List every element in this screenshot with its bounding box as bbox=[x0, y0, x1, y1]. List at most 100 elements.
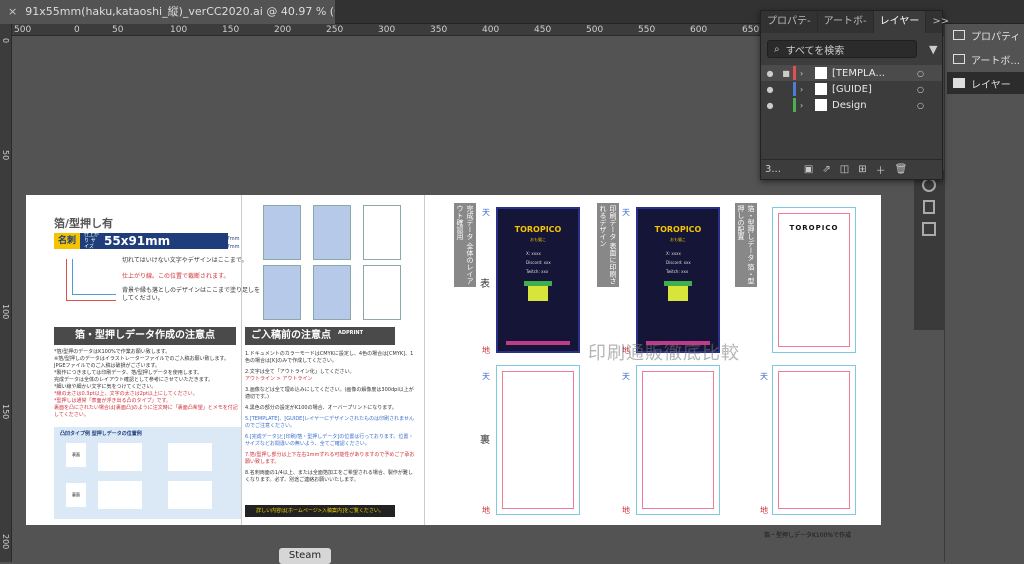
ruler-label: 250 bbox=[326, 25, 344, 35]
section-2-line: 6.[完成データ]と[印刷/箔・型押しデータ]の位置は行っております。位置・サイ… bbox=[245, 434, 414, 447]
card-brand: TOROPICO bbox=[514, 225, 562, 234]
search-icon: ⌕ bbox=[774, 43, 780, 55]
tab-layers[interactable]: レイヤー bbox=[873, 11, 927, 33]
design-card-print[interactable]: TOROPICO おも猫こ X: xxxx Discord: xxx Twitc… bbox=[636, 207, 720, 353]
artboard[interactable]: 箔/型押し有 名刺 仕上がり サイズ 55x91mm 原稿サイズ: 51x87m… bbox=[26, 195, 881, 539]
guide-sample-inner bbox=[72, 259, 116, 295]
ruler-label: 600 bbox=[690, 25, 708, 35]
ruler-label: 0 bbox=[1, 38, 10, 44]
export-icon[interactable] bbox=[922, 222, 936, 236]
section-1-body: *箔/型押のデータはK100%で作業お願い致します。 ※箔/型押しのデータはイラ… bbox=[54, 349, 240, 419]
search-placeholder: すべてを検索 bbox=[785, 45, 845, 57]
size-main: 55x91mm bbox=[104, 234, 171, 248]
locate-object-icon[interactable]: ⇗ bbox=[822, 164, 830, 175]
close-tab-icon[interactable]: × bbox=[8, 5, 17, 18]
layer-row-guide[interactable]: ● › [GUIDE] ○ bbox=[761, 81, 942, 97]
section-2-line: 7.箔/型押し部分は上下左右1mmずれる可能性がありますので予めご了承お願い致し… bbox=[245, 452, 415, 465]
document-tab[interactable]: × 91x55mm(haku,kataoshi_縦)_verCC2020.ai @… bbox=[0, 0, 335, 24]
template-card-blue bbox=[263, 265, 301, 320]
card-inner-guide bbox=[502, 371, 574, 509]
properties-panel-tab[interactable]: プロパティ bbox=[947, 24, 1024, 46]
delete-layer-icon[interactable]: 🗑 bbox=[895, 164, 908, 175]
layer-row-design[interactable]: ● › Design ○ bbox=[761, 97, 942, 113]
watermark: 印刷通販徹底比較 bbox=[588, 343, 740, 364]
artboard-icon bbox=[953, 54, 965, 64]
layer-name[interactable]: [GUIDE] bbox=[832, 84, 872, 95]
size-right-2: 作業サイズ: 61x97mm bbox=[186, 244, 240, 250]
target-icon[interactable]: ○ bbox=[917, 69, 924, 78]
card-contacts: X: xxxx Discord: xxx Twitch: xxx bbox=[666, 249, 691, 276]
panel-more-icon[interactable]: >> bbox=[926, 11, 955, 33]
section-1-line: 裏面を凸にされたい場合は[裏面凸]のように注文時に「裏面凸希望」とメモを付記して… bbox=[54, 405, 238, 418]
example-card bbox=[168, 443, 212, 471]
back-card-foil[interactable] bbox=[772, 365, 856, 515]
section-2-header: ご入稿前の注意点 bbox=[245, 327, 395, 345]
lock-icon[interactable]: ■ bbox=[779, 69, 793, 78]
ruler-label: 500 bbox=[586, 25, 604, 35]
artboards-panel-tab[interactable]: アートボ... bbox=[947, 48, 1024, 70]
section-1-line: 完成データは全体のレイアウト確認として参考にさせていただきます。 bbox=[54, 377, 214, 383]
layers-panel-tab[interactable]: レイヤー bbox=[947, 72, 1024, 94]
layer-color-swatch bbox=[793, 82, 796, 96]
size-badge: 名刺 bbox=[54, 233, 81, 249]
visibility-icon[interactable]: ● bbox=[761, 85, 779, 94]
bottom-note-outside: 箔・型押しデータK100%で作成 bbox=[764, 532, 852, 539]
card-line: Discord: xxx bbox=[666, 260, 691, 265]
card-brand: TOROPICO bbox=[789, 224, 839, 232]
column-label-complete: 完成データ 全体のレイアウト確認用 bbox=[454, 203, 476, 287]
card-brand: TOROPICO bbox=[654, 225, 702, 234]
layer-name[interactable]: Design bbox=[832, 100, 867, 111]
section-2-line: 1.ドキュメントのカラーモードはCMYKに設定し、4色の場合は[CMYK]、1色… bbox=[245, 351, 414, 364]
clipping-mask-icon[interactable]: ◫ bbox=[840, 164, 849, 175]
bottom-marker: 地 bbox=[760, 506, 768, 515]
ruler-label: 50 bbox=[1, 150, 10, 161]
card-inner-guide bbox=[642, 371, 714, 509]
section-2-line: 3.画像などは全て埋め込みにしてください。(画像の解像度は300dpi以上が適切… bbox=[245, 387, 414, 400]
visibility-icon[interactable]: ● bbox=[761, 69, 779, 78]
foil-card-front[interactable]: TOROPICO bbox=[772, 207, 856, 353]
filter-icon[interactable]: ▼ bbox=[929, 43, 937, 56]
target-icon[interactable]: ○ bbox=[917, 85, 924, 94]
ruler-label: 500 bbox=[14, 25, 32, 35]
visibility-icon[interactable]: ● bbox=[761, 101, 779, 110]
card-bottom-bar bbox=[506, 341, 570, 345]
tab-artboards[interactable]: アートボ- bbox=[818, 11, 874, 33]
layers-search-field[interactable]: ⌕ すべてを検索 bbox=[767, 40, 917, 58]
link-icon[interactable] bbox=[922, 178, 936, 192]
layer-name[interactable]: [TEMPLA... bbox=[832, 68, 885, 79]
character-hat bbox=[524, 281, 552, 286]
collect-export-icon[interactable]: ▣ bbox=[804, 164, 813, 175]
new-layer-icon[interactable]: ＋ bbox=[876, 162, 886, 177]
section-2-line: アウトライン > アウトライン bbox=[245, 376, 313, 382]
document-icon[interactable] bbox=[923, 200, 935, 214]
expand-chevron-icon[interactable]: › bbox=[800, 101, 810, 110]
layers-panel-footer: 3... ▣ ⇗ ◫ ⊞ ＋ 🗑 bbox=[761, 159, 942, 179]
section-1-line: *細い線や細かい文字に気をつけてください。 bbox=[54, 384, 157, 390]
card-line: X: xxxx bbox=[666, 251, 681, 256]
ruler-label: 150 bbox=[222, 25, 240, 35]
expand-chevron-icon[interactable]: › bbox=[800, 85, 810, 94]
section-1-line: ※箔/型押しのデータはイラストレーターファイルでのご入稿お願い致します。 bbox=[54, 356, 229, 362]
section-2-line: 4.黒色の部分の設定がK100の場合、オーバープリントになります。 bbox=[245, 405, 397, 411]
ruler-label: 550 bbox=[638, 25, 656, 35]
ruler-label: 200 bbox=[274, 25, 292, 35]
tab-properties[interactable]: プロパテ- bbox=[761, 11, 818, 33]
example-box-title: 凸凹タイプ例 型押しデータの位置例 bbox=[60, 431, 142, 437]
new-sublayer-icon[interactable]: ⊞ bbox=[858, 164, 866, 175]
target-icon[interactable]: ○ bbox=[917, 101, 924, 110]
vertical-ruler[interactable]: 0 50 100 150 200 bbox=[0, 24, 12, 562]
expand-chevron-icon[interactable]: › bbox=[800, 69, 810, 78]
ruler-label: 100 bbox=[1, 304, 10, 320]
section-1-line: *線の太さは0.3pt以上、文字の太さは2pt以上にしてください。 bbox=[54, 391, 198, 397]
section-1-line: *型押しは通常「表面が浮き出る凸のタイプ」です。 bbox=[54, 398, 172, 404]
layers-tab-label: レイヤー bbox=[971, 79, 1011, 91]
card-inner-guide bbox=[778, 371, 850, 509]
design-card-front[interactable]: TOROPICO おも猫こ X: xxxx Discord: xxx Twitc… bbox=[496, 207, 580, 353]
ruler-label: 150 bbox=[1, 404, 10, 420]
layer-row-template[interactable]: ● ■ › [TEMPLA... ○ bbox=[761, 65, 942, 81]
template-card-blue bbox=[313, 205, 351, 260]
back-card-print[interactable] bbox=[636, 365, 720, 515]
bottom-marker: 地 bbox=[482, 506, 490, 515]
back-card-complete[interactable] bbox=[496, 365, 580, 515]
example-label: 表面 bbox=[66, 443, 86, 467]
